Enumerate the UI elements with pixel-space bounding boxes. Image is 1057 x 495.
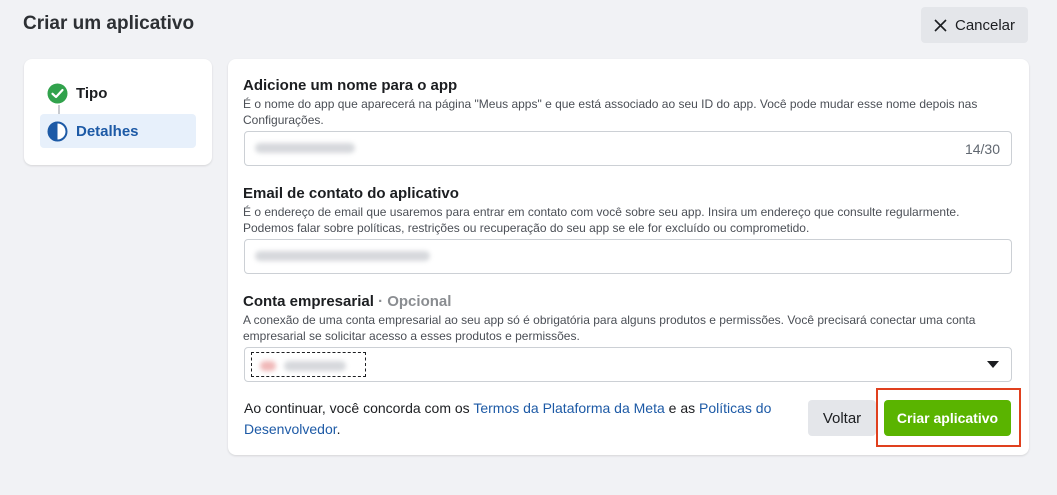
half-circle-progress-icon — [47, 121, 68, 141]
email-label: Email de contato do aplicativo — [243, 185, 459, 202]
email-description: É o endereço de email que usaremos para … — [243, 205, 960, 235]
step-detalhes[interactable]: Detalhes — [40, 114, 196, 148]
business-label: Conta empresarial · Opcional — [243, 293, 1013, 311]
cancel-label: Cancelar — [954, 16, 1016, 34]
step-label: Detalhes — [76, 122, 139, 140]
close-icon — [934, 18, 947, 32]
business-description: A conexão de uma conta empresarial ao se… — [243, 313, 976, 343]
email-section: Email de contato do aplicativo É o ender… — [243, 185, 1013, 236]
consent-text: e as — [664, 400, 699, 416]
email-field[interactable] — [244, 239, 1012, 274]
platform-terms-link[interactable]: Termos da Plataforma da Meta — [473, 400, 664, 416]
highlight-annotation — [876, 388, 1021, 447]
app-name-section: Adicione um nome para o app É o nome do … — [243, 77, 1013, 128]
step-label: Tipo — [76, 84, 108, 102]
step-tipo[interactable]: Tipo — [40, 76, 196, 110]
terms-consent: Ao continuar, você concorda com os Termo… — [244, 398, 784, 440]
redacted-account-name — [284, 361, 346, 371]
chevron-down-icon — [987, 361, 999, 368]
selected-option-focus — [251, 352, 366, 377]
app-name-label: Adicione um nome para o app — [243, 77, 458, 94]
consent-text: Ao continuar, você concorda com os — [244, 400, 474, 416]
page-title: Criar um aplicativo — [23, 13, 195, 34]
optional-tag: · Opcional — [378, 293, 452, 310]
redacted-avatar — [260, 361, 276, 371]
cancel-button[interactable]: Cancelar — [921, 7, 1028, 43]
app-name-description: É o nome do app que aparecerá na página … — [243, 97, 978, 127]
consent-text: . — [336, 421, 341, 437]
business-label-text: Conta empresarial — [243, 293, 374, 310]
business-account-select[interactable] — [244, 347, 1012, 382]
business-section: Conta empresarial · Opcional A conexão d… — [243, 293, 1013, 344]
redacted-email — [255, 251, 430, 261]
redacted-app-name — [255, 143, 355, 153]
app-name-input[interactable]: 14/30 — [244, 131, 1012, 166]
check-circle-icon — [47, 83, 68, 103]
char-counter: 14/30 — [964, 141, 1000, 157]
steps-panel: Tipo Detalhes — [24, 59, 212, 165]
back-button[interactable]: Voltar — [808, 400, 876, 436]
